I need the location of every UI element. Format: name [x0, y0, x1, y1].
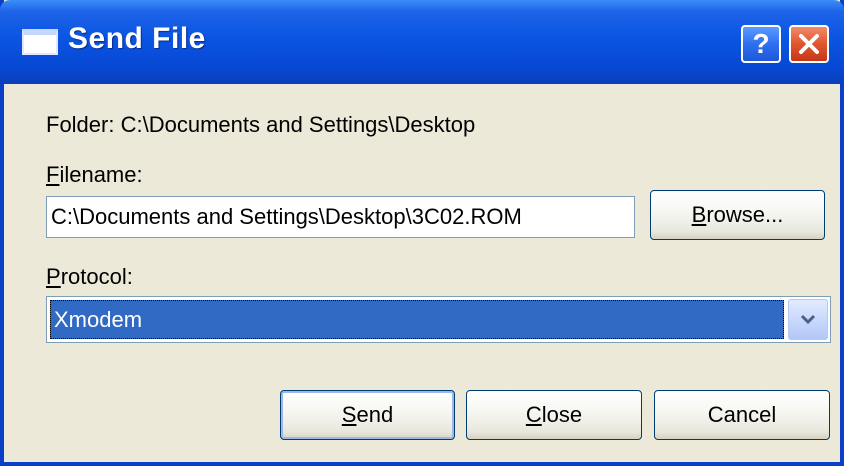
protocol-label: Protocol:	[46, 264, 133, 289]
close-window-button[interactable]	[789, 25, 829, 63]
send-button[interactable]: Send	[280, 390, 455, 440]
chevron-down-icon	[800, 314, 816, 324]
protocol-dropdown-button[interactable]	[788, 299, 828, 340]
help-button[interactable]: ?	[741, 25, 781, 63]
protocol-selected-value: Xmodem	[50, 300, 784, 339]
browse-button-label: Browse...	[691, 202, 784, 227]
close-button-label: Close	[525, 402, 583, 427]
cancel-button[interactable]: Cancel	[654, 390, 830, 440]
browse-button[interactable]: Browse...	[650, 190, 825, 240]
window-title: Send File	[68, 22, 206, 55]
cancel-button-label: Cancel	[707, 402, 777, 427]
folder-label: Folder:	[46, 112, 115, 137]
filename-label: Filename:	[46, 162, 143, 187]
close-button[interactable]: Close	[466, 390, 642, 440]
send-button-label: Send	[341, 402, 394, 427]
folder-path: C:\Documents and Settings\Desktop	[120, 112, 476, 137]
folder-row: Folder: C:\Documents and Settings\Deskto…	[46, 112, 475, 138]
filename-input[interactable]: C:\Documents and Settings\Desktop\3C02.R…	[46, 196, 635, 238]
window-icon	[22, 29, 58, 55]
protocol-select[interactable]: Xmodem	[46, 296, 831, 343]
close-icon	[799, 34, 819, 54]
send-file-dialog: Send File ? Folder: C:\Documents and Set…	[0, 0, 844, 466]
help-icon: ?	[752, 28, 770, 59]
title-bar[interactable]: Send File ?	[0, 0, 844, 84]
